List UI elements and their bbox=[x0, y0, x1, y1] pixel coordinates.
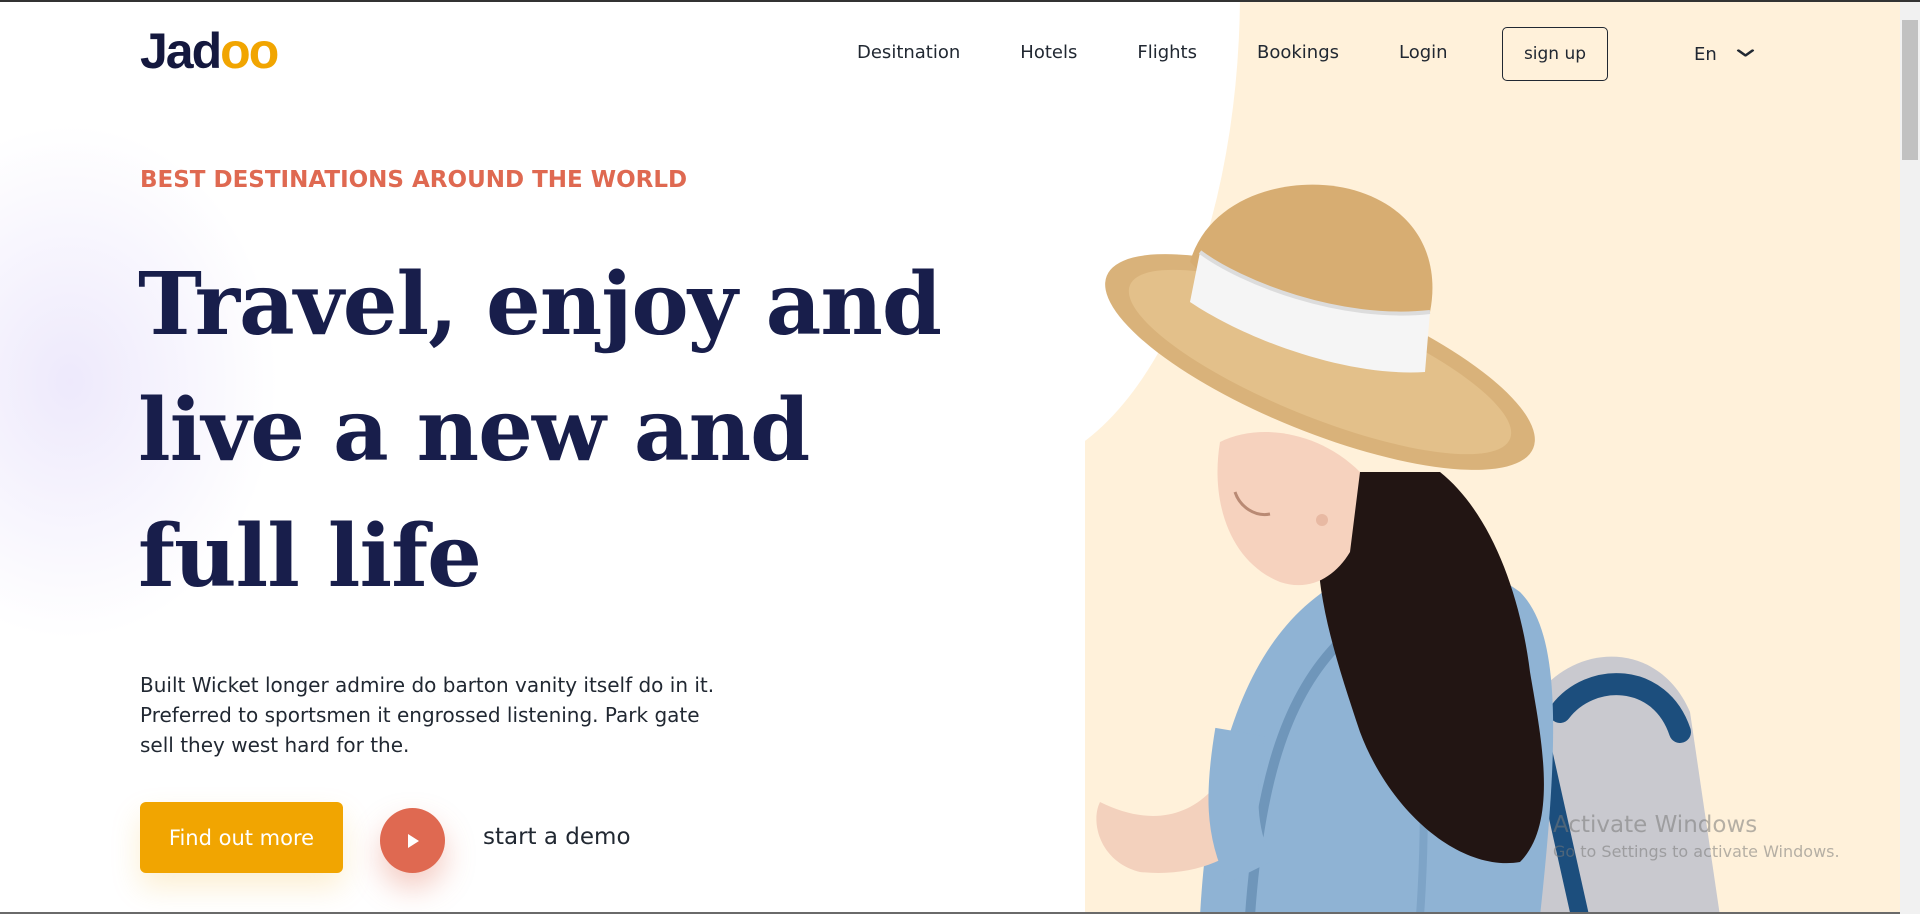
nav-item-hotels[interactable]: Hotels bbox=[1020, 42, 1077, 63]
hero-headline: Travel, enjoy and live a new and full li… bbox=[138, 242, 958, 620]
windows-activation-watermark: Activate Windows Go to Settings to activ… bbox=[1553, 810, 1840, 864]
page: Jadoo Desitnation Hotels Flights Booking… bbox=[0, 0, 1920, 914]
play-icon bbox=[407, 833, 419, 848]
language-selector[interactable]: En bbox=[1694, 44, 1754, 65]
chevron-down-icon bbox=[1736, 47, 1754, 62]
hero-headline-line: Travel, enjoy and bbox=[138, 254, 942, 355]
language-label: En bbox=[1694, 44, 1717, 65]
traveler-illustration bbox=[1096, 184, 1720, 914]
hero-headline-line: live a new and bbox=[138, 380, 810, 481]
nav-item-destination[interactable]: Desitnation bbox=[857, 42, 960, 63]
find-out-more-button[interactable]: Find out more bbox=[140, 802, 343, 873]
hero-description: Built Wicket longer admire do barton van… bbox=[140, 670, 740, 760]
hero-headline-line: full life bbox=[138, 506, 482, 607]
hero-description-line: Preferred to sportsmen it engrossed list… bbox=[140, 703, 700, 727]
watermark-title: Activate Windows bbox=[1553, 812, 1758, 838]
logo-accent-o2: o bbox=[248, 23, 280, 79]
vertical-scrollbar[interactable] bbox=[1900, 2, 1920, 914]
logo-text: Jad bbox=[140, 23, 222, 79]
scrollbar-thumb[interactable] bbox=[1902, 20, 1918, 160]
nav-item-flights[interactable]: Flights bbox=[1137, 42, 1197, 63]
play-demo-button[interactable] bbox=[380, 808, 445, 873]
watermark-subtitle: Go to Settings to activate Windows. bbox=[1553, 842, 1840, 861]
nav-item-login[interactable]: Login bbox=[1399, 42, 1448, 63]
start-demo-link[interactable]: start a demo bbox=[483, 824, 631, 850]
logo[interactable]: Jadoo bbox=[140, 23, 280, 79]
hero-description-line: Built Wicket longer admire do barton van… bbox=[140, 673, 715, 697]
main-nav: Desitnation Hotels Flights Bookings Logi… bbox=[857, 42, 1508, 63]
nav-item-bookings[interactable]: Bookings bbox=[1257, 42, 1339, 63]
hero-description-line: sell they west hard for the. bbox=[140, 733, 410, 757]
signup-button[interactable]: sign up bbox=[1502, 27, 1608, 81]
logo-accent-o1: o bbox=[220, 23, 251, 79]
hero-eyebrow: BEST DESTINATIONS AROUND THE WORLD bbox=[140, 167, 688, 193]
